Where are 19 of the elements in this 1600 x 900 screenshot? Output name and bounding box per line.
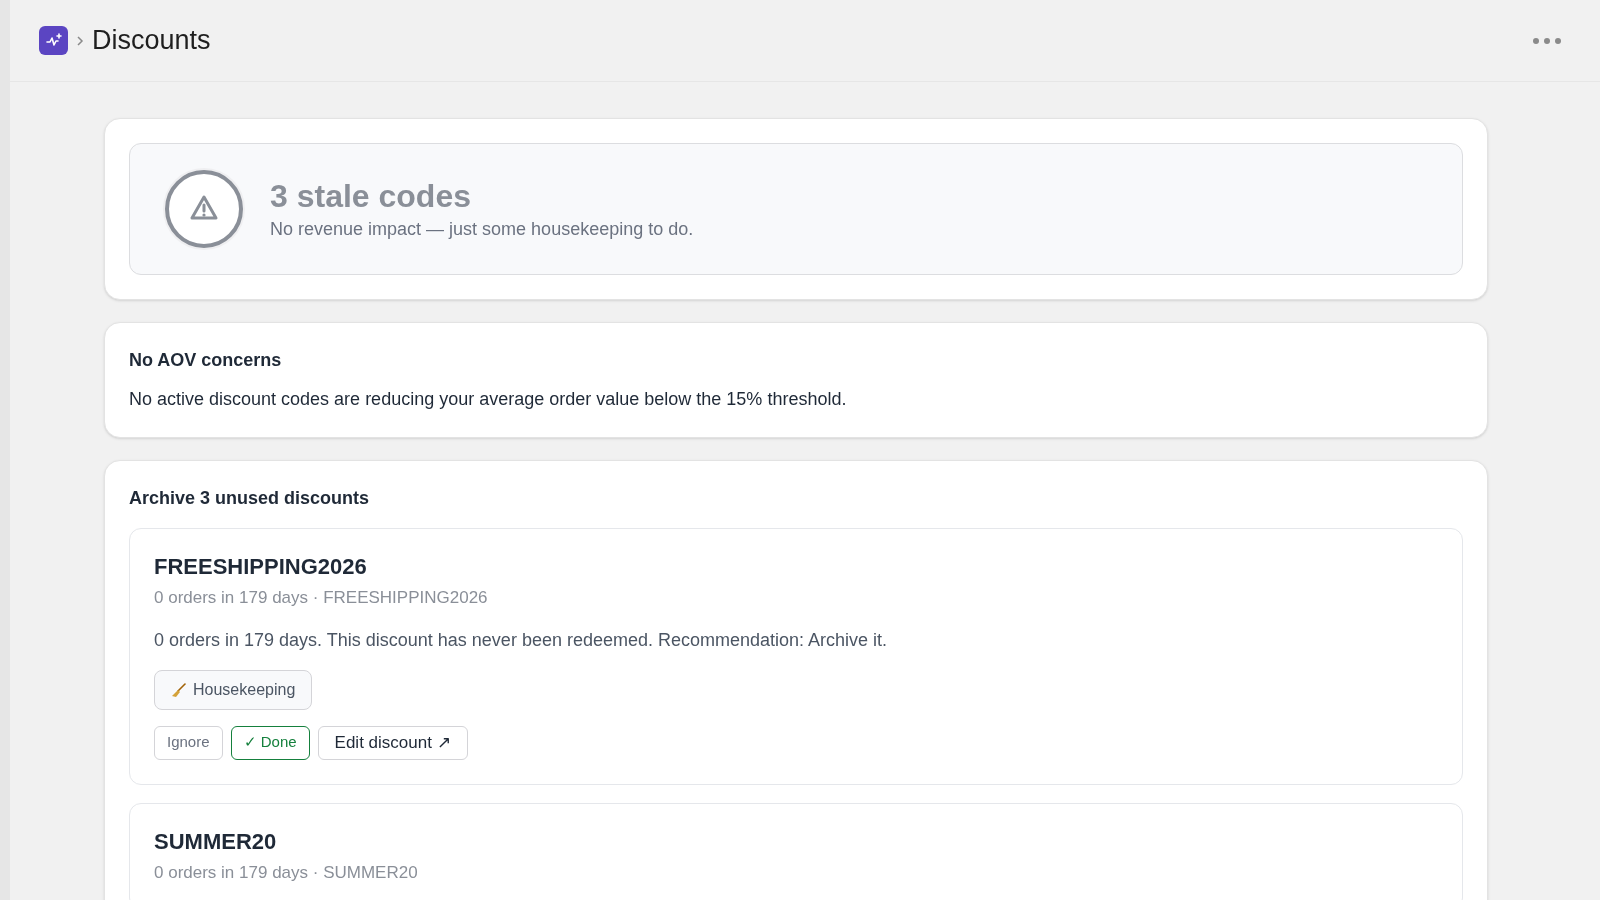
discount-name: SUMMER20 [154,827,278,856]
discount-description: 0 orders in 179 days. This discount has never been redeemed. Recommendation: Archive it. [154,628,889,652]
done-button[interactable]: ✓ Done [230,725,310,760]
chevron-icon [76,34,84,47]
app-logo-icon[interactable] [39,26,68,55]
aov-text: No active discount codes are reducing your average order value below the 15% threshold. [129,388,848,411]
discount-meta: 0 orders in 179 days · SUMMER20 [154,861,419,884]
summary-title: 3 stale codes [270,176,472,216]
page-title: Discounts [92,24,211,58]
housekeeping-tag: Housekeeping [154,669,313,710]
summary-subtitle: No revenue impact — just some housekeeping to do. [270,217,694,241]
ignore-button[interactable]: Ignore [154,725,223,760]
warning-icon [162,167,246,251]
discount-name: FREESHIPPING2026 [154,553,368,581]
aov-title: No AOV concerns [129,349,283,372]
edit-button[interactable]: Edit discount ↗ [317,725,468,760]
archive-title: Archive 3 unused discounts [129,487,371,510]
broom-icon [171,681,187,698]
discount-meta: 0 orders in 179 days · FREESHIPPING2026 [154,587,489,609]
